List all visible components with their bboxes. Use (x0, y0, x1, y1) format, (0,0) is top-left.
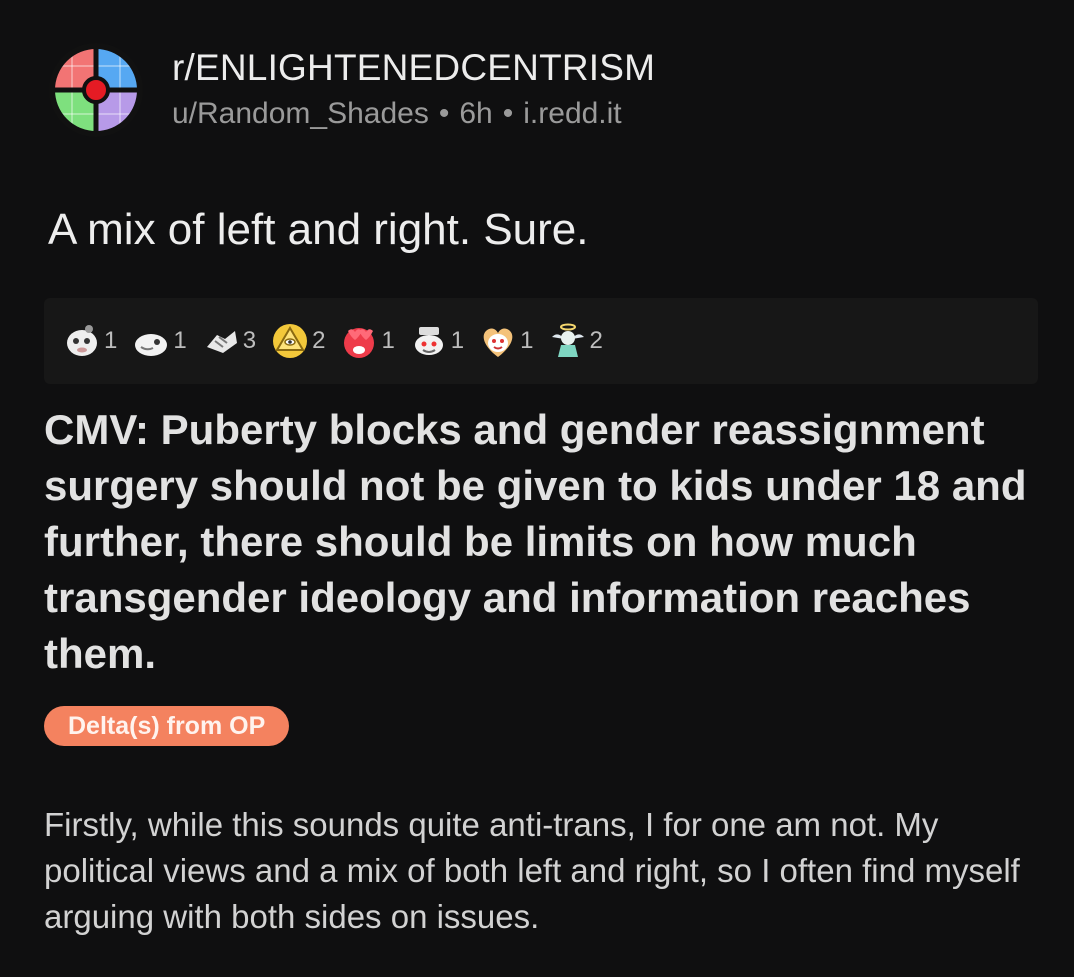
award-item[interactable]: 2 (548, 321, 603, 361)
post-domain[interactable]: i.redd.it (523, 97, 621, 130)
award-count: 1 (104, 327, 118, 354)
post-title[interactable]: A mix of left and right. Sure. (48, 200, 588, 260)
subreddit-name[interactable]: r/ENLIGHTENEDCENTRISM (172, 46, 655, 90)
separator: • (438, 97, 450, 130)
award-item[interactable]: 1 (409, 321, 464, 361)
screenshot-post-body: Firstly, while this sounds quite anti-tr… (44, 806, 1020, 935)
heart-eyes-award-icon (344, 328, 375, 358)
award-count: 3 (242, 327, 257, 354)
separator: • (502, 97, 514, 130)
illuminati-award-icon (273, 324, 308, 358)
award-count: 1 (520, 327, 534, 354)
awards-bar[interactable]: 1 1 3 2 1 1 1 2 (44, 298, 1038, 384)
award-item[interactable]: 1 (478, 321, 534, 361)
award-count: 1 (173, 327, 187, 354)
author-name[interactable]: u/Random_Shades (172, 97, 429, 130)
award-count: 2 (589, 327, 603, 354)
award-count: 1 (381, 327, 395, 354)
award-count: 2 (312, 327, 326, 354)
snoo-award-icon (414, 327, 443, 355)
award-count: 1 (450, 327, 465, 354)
handshake-award-icon (206, 331, 237, 353)
screenshot-post-title: CMV: Puberty blocks and gender reassignm… (44, 406, 1027, 677)
post-meta: r/ENLIGHTENEDCENTRISM u/Random_Shades • 6h… (172, 46, 655, 134)
heart-face-award-icon (483, 328, 513, 357)
angel-award-icon (551, 323, 584, 357)
political-compass-icon[interactable] (48, 42, 144, 138)
byline: u/Random_Shades • 6h • i.redd.it (172, 94, 655, 134)
post-header: r/ENLIGHTENEDCENTRISM u/Random_Shades • 6h… (48, 42, 655, 138)
award-item[interactable]: 3 (201, 321, 256, 361)
award-item[interactable]: 1 (339, 321, 395, 361)
award-item[interactable]: 2 (270, 321, 325, 361)
award-item[interactable]: 1 (62, 321, 117, 361)
ghost-award-icon (67, 325, 97, 356)
award-item[interactable]: 1 (131, 321, 187, 361)
post-age: 6h (459, 97, 493, 130)
delta-flair-badge: Delta(s) from OP (44, 706, 290, 746)
blob-award-icon (135, 334, 168, 356)
